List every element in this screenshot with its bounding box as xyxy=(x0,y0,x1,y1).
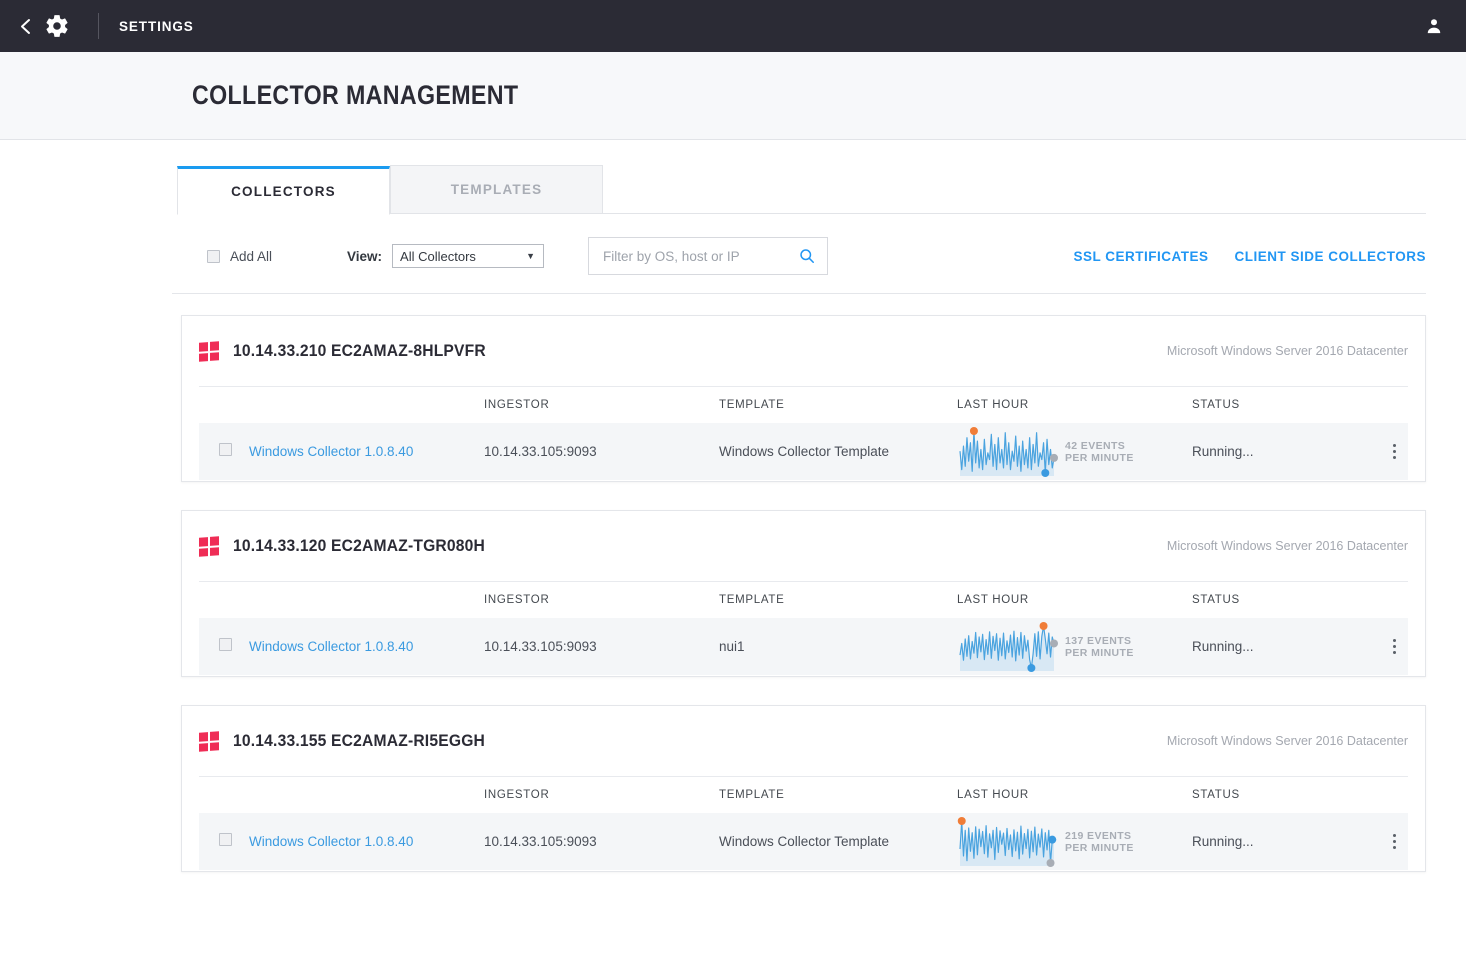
header-last-hour: LAST HOUR xyxy=(957,594,1029,606)
header-template: TEMPLATE xyxy=(719,789,785,801)
add-all-control[interactable]: Add All xyxy=(207,249,272,264)
topbar-divider xyxy=(98,13,99,39)
search-input[interactable] xyxy=(589,238,828,274)
kebab-menu-icon[interactable] xyxy=(1387,440,1402,463)
collector-os-label: Microsoft Windows Server 2016 Datacenter xyxy=(1166,734,1408,748)
collector-host-title: 10.14.33.155 EC2AMAZ-RI5EGGH xyxy=(233,731,486,750)
events-unit: PER MINUTE xyxy=(1065,451,1134,464)
collector-card: 10.14.33.155 EC2AMAZ-RI5EGGH Microsoft W… xyxy=(181,705,1426,872)
kebab-menu-icon[interactable] xyxy=(1387,635,1402,658)
view-select-value: All Collectors xyxy=(400,248,476,264)
page-header: COLLECTOR MANAGEMENT xyxy=(0,52,1466,140)
table-header-row: INGESTOR TEMPLATE LAST HOUR STATUS xyxy=(199,581,1408,618)
events-value: 137 EVENTS xyxy=(1065,634,1132,647)
table-header-row: INGESTOR TEMPLATE LAST HOUR STATUS xyxy=(199,776,1408,813)
windows-logo-icon xyxy=(199,730,219,752)
collector-host-title: 10.14.33.210 EC2AMAZ-8HLPVFR xyxy=(233,341,486,360)
cell-status: Running... xyxy=(1192,639,1254,654)
tab-collectors[interactable]: COLLECTORS xyxy=(177,166,390,215)
table-row[interactable]: Windows Collector 1.0.8.40 10.14.33.105:… xyxy=(199,813,1408,870)
sparkline-label: 137 EVENTS PER MINUTE xyxy=(1065,635,1134,659)
last-hour-sparkline: 137 EVENTS PER MINUTE xyxy=(957,621,1192,672)
user-avatar-icon[interactable] xyxy=(1420,12,1448,40)
tab-collectors-label: COLLECTORS xyxy=(231,184,336,199)
collector-os-label: Microsoft Windows Server 2016 Datacenter xyxy=(1166,344,1408,358)
header-ingestor: INGESTOR xyxy=(484,399,550,411)
cell-ingestor: 10.14.33.105:9093 xyxy=(484,639,597,654)
sparkline-chart xyxy=(957,621,1058,672)
collector-name-link[interactable]: Windows Collector 1.0.8.40 xyxy=(249,639,413,654)
back-button[interactable] xyxy=(14,14,36,38)
sparkline-chart xyxy=(957,816,1057,867)
row-checkbox[interactable] xyxy=(219,637,232,651)
table-row[interactable]: Windows Collector 1.0.8.40 10.14.33.105:… xyxy=(199,618,1408,675)
kebab-menu-icon[interactable] xyxy=(1387,830,1402,853)
cell-ingestor: 10.14.33.105:9093 xyxy=(484,444,597,459)
collectors-toolbar: Add All View: All Collectors ▼ SSL CERTI… xyxy=(0,215,1466,275)
collector-table: INGESTOR TEMPLATE LAST HOUR STATUS Windo… xyxy=(182,581,1425,675)
windows-logo-icon xyxy=(199,535,219,557)
table-row[interactable]: Windows Collector 1.0.8.40 10.14.33.105:… xyxy=(199,423,1408,480)
header-template: TEMPLATE xyxy=(719,594,785,606)
client-side-collectors-link[interactable]: CLIENT SIDE COLLECTORS xyxy=(1234,249,1426,264)
collector-card-header: 10.14.33.120 EC2AMAZ-TGR080H Microsoft W… xyxy=(182,511,1425,581)
header-ingestor: INGESTOR xyxy=(484,789,550,801)
search-icon[interactable] xyxy=(799,248,815,264)
header-status: STATUS xyxy=(1192,399,1240,411)
header-status: STATUS xyxy=(1192,789,1240,801)
collector-name-link[interactable]: Windows Collector 1.0.8.40 xyxy=(249,834,413,849)
tab-templates-label: TEMPLATES xyxy=(450,182,543,197)
collector-table: INGESTOR TEMPLATE LAST HOUR STATUS Windo… xyxy=(182,386,1425,480)
cell-status: Running... xyxy=(1192,834,1254,849)
cell-template: Windows Collector Template xyxy=(719,444,890,459)
collector-table: INGESTOR TEMPLATE LAST HOUR STATUS Windo… xyxy=(182,776,1425,870)
cell-status: Running... xyxy=(1192,444,1254,459)
chevron-down-icon: ▼ xyxy=(526,251,536,261)
view-select[interactable]: All Collectors ▼ xyxy=(392,244,545,268)
collector-card: 10.14.33.120 EC2AMAZ-TGR080H Microsoft W… xyxy=(181,510,1426,677)
gear-icon[interactable] xyxy=(40,9,74,43)
collector-card-list: 10.14.33.210 EC2AMAZ-8HLPVFR Microsoft W… xyxy=(0,294,1466,872)
header-last-hour: LAST HOUR xyxy=(957,399,1029,411)
header-status: STATUS xyxy=(1192,594,1240,606)
last-hour-sparkline: 219 EVENTS PER MINUTE xyxy=(957,816,1192,867)
last-hour-sparkline: 42 EVENTS PER MINUTE xyxy=(957,426,1192,477)
windows-logo-icon xyxy=(199,340,219,362)
cell-template: Windows Collector Template xyxy=(719,834,890,849)
events-unit: PER MINUTE xyxy=(1065,646,1134,659)
page-title: COLLECTOR MANAGEMENT xyxy=(192,80,519,110)
top-navigation-bar: SETTINGS xyxy=(0,0,1466,52)
table-header-row: INGESTOR TEMPLATE LAST HOUR STATUS xyxy=(199,386,1408,423)
add-all-label: Add All xyxy=(230,248,273,264)
search-box[interactable] xyxy=(588,237,829,275)
sparkline-chart xyxy=(957,426,1058,477)
events-unit: PER MINUTE xyxy=(1065,841,1134,854)
toolbar-links: SSL CERTIFICATES CLIENT SIDE COLLECTORS xyxy=(1073,249,1426,264)
header-last-hour: LAST HOUR xyxy=(957,789,1029,801)
tab-bar: COLLECTORS TEMPLATES xyxy=(0,140,1466,215)
add-all-checkbox[interactable] xyxy=(207,249,220,263)
collector-host-title: 10.14.33.120 EC2AMAZ-TGR080H xyxy=(233,536,486,555)
collector-card-header: 10.14.33.155 EC2AMAZ-RI5EGGH Microsoft W… xyxy=(182,706,1425,776)
row-checkbox[interactable] xyxy=(219,442,232,456)
main-content: COLLECTORS TEMPLATES Add All View: All C… xyxy=(0,140,1466,963)
collector-card-header: 10.14.33.210 EC2AMAZ-8HLPVFR Microsoft W… xyxy=(182,316,1425,386)
tab-templates[interactable]: TEMPLATES xyxy=(390,165,603,214)
view-label: View: xyxy=(347,248,383,264)
header-template: TEMPLATE xyxy=(719,399,785,411)
collector-name-link[interactable]: Windows Collector 1.0.8.40 xyxy=(249,444,413,459)
cell-template: nui1 xyxy=(719,639,745,654)
row-checkbox[interactable] xyxy=(219,832,232,846)
ssl-certificates-link[interactable]: SSL CERTIFICATES xyxy=(1073,249,1208,264)
collector-card: 10.14.33.210 EC2AMAZ-8HLPVFR Microsoft W… xyxy=(181,315,1426,482)
sparkline-label: 219 EVENTS PER MINUTE xyxy=(1065,830,1134,854)
header-ingestor: INGESTOR xyxy=(484,594,550,606)
topbar-title: SETTINGS xyxy=(119,18,194,34)
cell-ingestor: 10.14.33.105:9093 xyxy=(484,834,597,849)
collector-os-label: Microsoft Windows Server 2016 Datacenter xyxy=(1166,539,1408,553)
sparkline-label: 42 EVENTS PER MINUTE xyxy=(1065,440,1134,464)
events-value: 219 EVENTS xyxy=(1065,829,1132,842)
events-value: 42 EVENTS xyxy=(1065,439,1126,452)
